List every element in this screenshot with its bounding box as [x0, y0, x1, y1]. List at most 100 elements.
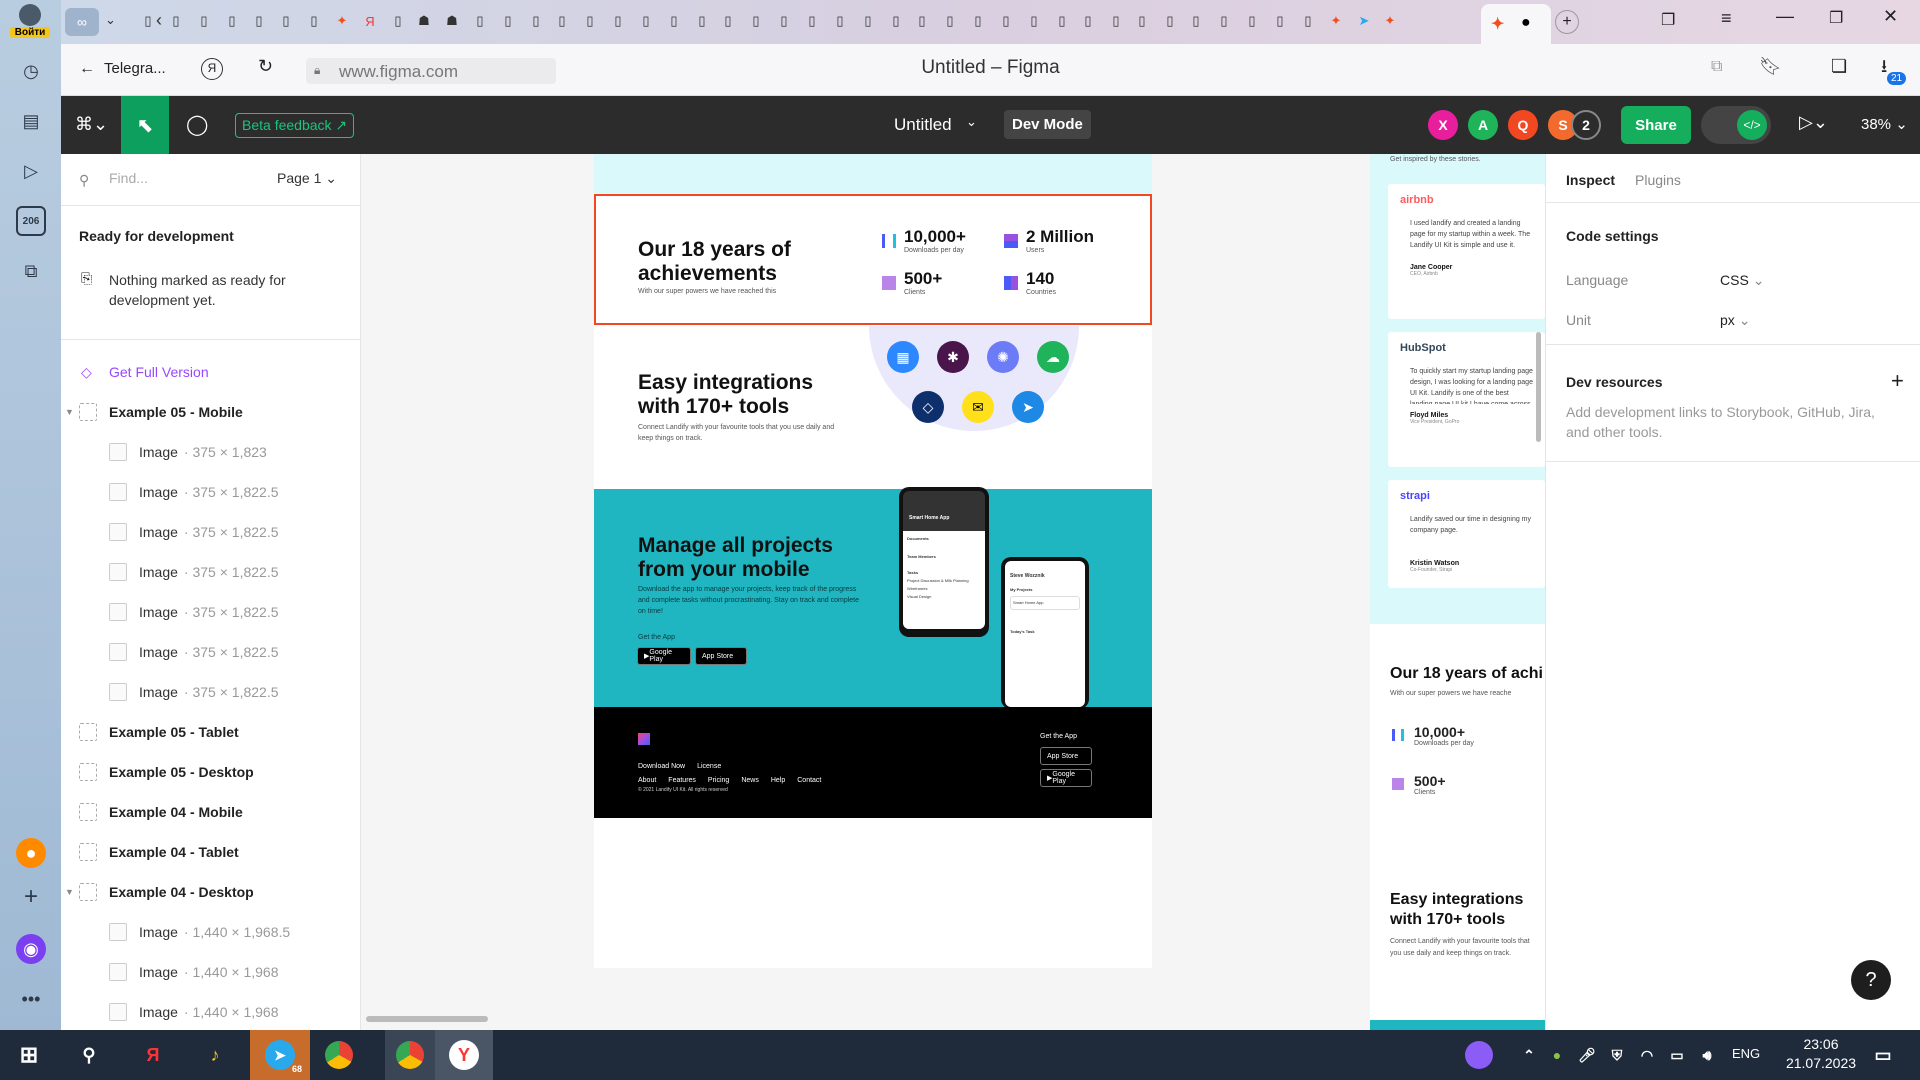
- chrome-icon[interactable]: [322, 1038, 356, 1072]
- maximize-icon[interactable]: ❐: [1829, 8, 1843, 28]
- tab-favicon[interactable]: ▯: [1132, 10, 1152, 32]
- zoom-level[interactable]: 38% ⌄: [1861, 115, 1908, 133]
- tab-favicon[interactable]: ▯: [968, 10, 988, 32]
- footer-google-play-button[interactable]: ▶ Google Play: [1040, 769, 1092, 787]
- wifi-icon[interactable]: ◠: [1630, 1038, 1664, 1072]
- find-input[interactable]: Find...: [109, 170, 269, 186]
- sidebar-counter-badge[interactable]: 206: [16, 206, 46, 236]
- dev-mode-toggle[interactable]: </>: [1701, 106, 1771, 144]
- tab-favicon[interactable]: ▯: [526, 10, 546, 32]
- canvas-horizontal-scrollbar[interactable]: [366, 1016, 488, 1022]
- tab-plugins[interactable]: Plugins: [1635, 172, 1681, 188]
- chevron-down-icon[interactable]: ⌄: [105, 12, 116, 28]
- notifications-icon[interactable]: ▭: [1866, 1038, 1900, 1072]
- video-icon[interactable]: ▷: [16, 156, 46, 186]
- layer-frame[interactable]: Example 05 - Tablet: [61, 712, 360, 752]
- tab-favicon[interactable]: ▯: [552, 10, 572, 32]
- collaborator-avatar[interactable]: X: [1428, 110, 1458, 140]
- tab-favicon[interactable]: ▯: [1106, 10, 1126, 32]
- battery-icon[interactable]: ▭: [1660, 1038, 1694, 1072]
- alice-icon[interactable]: ◉: [16, 934, 46, 964]
- tab-favicon[interactable]: ▯: [1214, 10, 1234, 32]
- caret-down-icon[interactable]: ▼: [65, 407, 74, 417]
- more-icon[interactable]: •••: [16, 984, 46, 1014]
- tab-favicon[interactable]: ▯: [249, 10, 269, 32]
- canvas[interactable]: Our 18 years of achievements With our su…: [361, 154, 1545, 1030]
- add-icon[interactable]: +: [16, 882, 46, 912]
- layer-frame[interactable]: Example 04 - Mobile: [61, 792, 360, 832]
- app-store-button[interactable]: App Store: [695, 647, 747, 665]
- tab-favicon[interactable]: ▯: [940, 10, 960, 32]
- footer-link[interactable]: Help: [771, 777, 785, 784]
- layer-image[interactable]: Image · 375 × 1,822.5: [61, 512, 360, 552]
- tab-favicon[interactable]: ▯: [1298, 10, 1318, 32]
- tab-favicon[interactable]: ▯: [1186, 10, 1206, 32]
- side-scrollbar[interactable]: [1536, 332, 1541, 442]
- search-icon[interactable]: ⚲: [72, 1038, 106, 1072]
- collaborator-avatar[interactable]: A: [1468, 110, 1498, 140]
- url-field[interactable]: 🔒︎ www.figma.com: [306, 58, 556, 84]
- file-name[interactable]: Untitled: [894, 115, 952, 135]
- tabs-group-icon[interactable]: ∞: [65, 8, 99, 36]
- footer-link[interactable]: News: [741, 777, 759, 784]
- tab-favicon[interactable]: ▯: [664, 10, 684, 32]
- layer-image[interactable]: Image · 375 × 1,822.5: [61, 672, 360, 712]
- copy-link-icon[interactable]: ⧉: [1711, 58, 1722, 76]
- tab-favicon[interactable]: ▯: [802, 10, 822, 32]
- layer-image[interactable]: Image · 375 × 1,822.5: [61, 632, 360, 672]
- chevron-down-icon[interactable]: ⌄: [966, 114, 977, 130]
- achievements-section-selected[interactable]: Our 18 years of achievements With our su…: [594, 194, 1152, 325]
- close-icon[interactable]: ✕: [1883, 6, 1898, 27]
- tab-favicon[interactable]: ▯: [166, 10, 186, 32]
- yandex-active-icon[interactable]: Y: [435, 1030, 493, 1080]
- layer-image[interactable]: Image · 375 × 1,823: [61, 432, 360, 472]
- collections-icon[interactable]: ▤: [16, 106, 46, 136]
- share-button[interactable]: Share: [1621, 106, 1691, 144]
- tab-favicon[interactable]: Я: [360, 10, 380, 32]
- move-tool-icon[interactable]: ⬉: [121, 96, 169, 154]
- tab-favicon[interactable]: ▯: [304, 10, 324, 32]
- tab-favicon[interactable]: ✦: [1326, 10, 1346, 32]
- tab-favicon[interactable]: ▯: [1052, 10, 1072, 32]
- history-icon[interactable]: ◷: [16, 56, 46, 86]
- bookmark-icon[interactable]: 🔖︎: [1759, 56, 1782, 77]
- tray-app-icon[interactable]: ●: [1540, 1038, 1574, 1072]
- layer-image[interactable]: Image · 1,440 × 1,968.5: [61, 912, 360, 952]
- footer-link[interactable]: Contact: [797, 777, 821, 784]
- footer-link[interactable]: Pricing: [708, 777, 729, 784]
- telegram-taskbar-button[interactable]: ➤ 68: [250, 1030, 310, 1080]
- tab-favicon[interactable]: ▯: [1270, 10, 1290, 32]
- layer-image[interactable]: Image · 1,440 × 1,968: [61, 952, 360, 992]
- tab-favicon[interactable]: ▯: [276, 10, 296, 32]
- microphone-icon[interactable]: 🎤︎: [1570, 1038, 1604, 1072]
- defender-icon[interactable]: ⛨: [1600, 1038, 1634, 1072]
- layer-image[interactable]: Image · 375 × 1,822.5: [61, 592, 360, 632]
- tab-favicon[interactable]: ▯: [746, 10, 766, 32]
- layer-frame[interactable]: ▼ Example 04 - Desktop: [61, 872, 360, 912]
- tab-favicon[interactable]: ▯: [1160, 10, 1180, 32]
- volume-icon[interactable]: 🔊︎: [1690, 1038, 1724, 1072]
- tab-favicon[interactable]: ▯: [580, 10, 600, 32]
- screenshot-icon[interactable]: ⧉: [16, 256, 46, 286]
- beta-feedback-button[interactable]: Beta feedback ↗: [235, 113, 355, 138]
- layer-image[interactable]: Image · 375 × 1,822.5: [61, 472, 360, 512]
- tab-favicon[interactable]: ▯: [1242, 10, 1262, 32]
- collaborator-avatar[interactable]: Q: [1508, 110, 1538, 140]
- bookmarks-icon[interactable]: ❐: [1661, 10, 1675, 30]
- reader-icon[interactable]: ❏: [1831, 56, 1847, 77]
- yandex-music-icon[interactable]: ♪: [198, 1038, 232, 1072]
- tab-favicon[interactable]: ▯: [912, 10, 932, 32]
- unit-select[interactable]: px ⌄: [1720, 312, 1750, 329]
- help-button[interactable]: ?: [1851, 960, 1891, 1000]
- comment-icon[interactable]: ◯: [186, 112, 208, 137]
- tab-favicon[interactable]: ✦: [332, 10, 352, 32]
- tab-favicon[interactable]: ▯: [470, 10, 490, 32]
- footer-app-store-button[interactable]: App Store: [1040, 747, 1092, 765]
- tab-favicon[interactable]: ▯: [774, 10, 794, 32]
- tab-favicon[interactable]: ▯: [692, 10, 712, 32]
- back-page-label[interactable]: Telegra...: [104, 60, 166, 77]
- tab-figma-active[interactable]: ✦ ●: [1481, 4, 1551, 44]
- menu-icon[interactable]: ≡: [1721, 8, 1732, 29]
- tab-favicon[interactable]: ▯: [1078, 10, 1098, 32]
- caret-down-icon[interactable]: ▼: [65, 887, 74, 897]
